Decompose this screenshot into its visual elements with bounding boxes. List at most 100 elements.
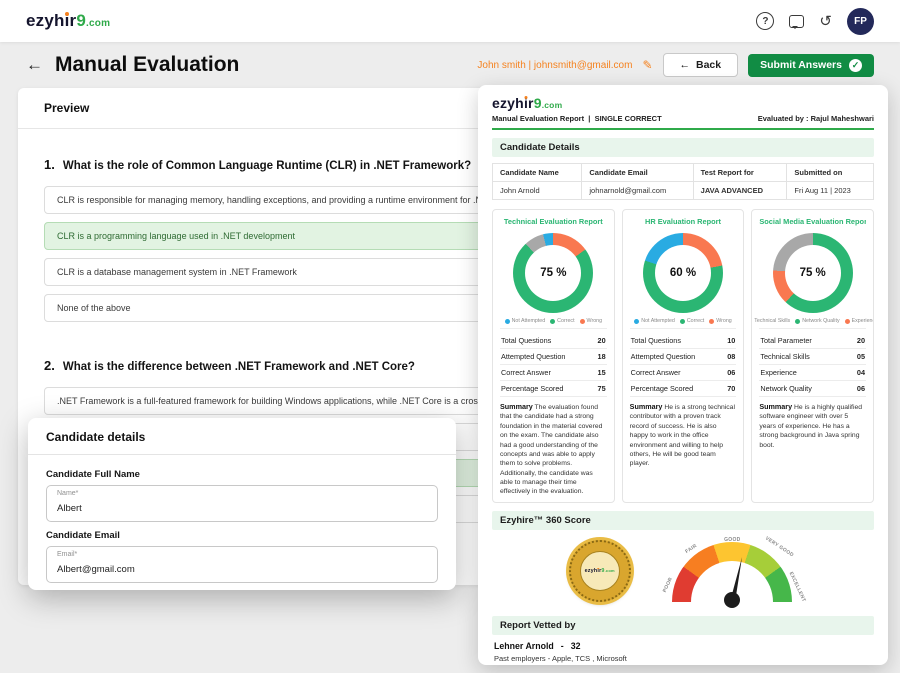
certified-badge: ezyh i r 9 .com <box>568 539 631 602</box>
legend-dot <box>709 318 715 324</box>
candidate-email-input[interactable] <box>57 564 427 575</box>
legend-label: Wrong <box>586 318 603 324</box>
modal-title: Candidate details <box>28 418 456 455</box>
legend-label: Not Attempted <box>511 318 546 324</box>
stat-value: 20 <box>597 336 606 345</box>
question-number: 1. <box>44 157 55 172</box>
avatar[interactable]: FP <box>847 7 874 35</box>
stat-label: Total Questions <box>501 336 552 345</box>
logo-com: .com <box>604 567 615 573</box>
stat-label: Network Quality <box>760 384 812 393</box>
social-donut-chart: 75 % <box>772 233 853 313</box>
legend-item: Not Attempted <box>634 318 675 324</box>
badge-logo: ezyh i r 9 .com <box>585 568 615 574</box>
col-header: Candidate Email <box>581 163 694 182</box>
cell-candidate-name: John Arnold <box>491 181 583 200</box>
badge-inner: ezyh i r 9 .com <box>579 550 620 591</box>
legend-dot <box>679 318 685 324</box>
summary-label: Summary <box>629 402 663 411</box>
legend-label: Wrong <box>716 318 732 324</box>
header-actions: ? ↺ FP <box>756 7 874 35</box>
legend-dot <box>634 318 640 324</box>
report-mode: SINGLE CORRECT <box>594 114 662 123</box>
email-field-caption: Candidate Email <box>46 530 120 541</box>
question-text: What is the role of Common Language Runt… <box>62 160 472 172</box>
stat-row: Total Parameter 20 <box>759 333 867 349</box>
evaluated-by: Evaluated by : Rajul Maheshwari <box>757 114 874 123</box>
legend-item: Correct <box>550 318 575 324</box>
back-button[interactable]: ← Back <box>662 53 739 77</box>
report-header: ezyh i r 9 .com Manual Evaluation Report | S… <box>492 95 874 130</box>
page-title: Manual Evaluation <box>55 53 240 76</box>
vetted-employers: Past employers - Apple, TCS , Microsoft <box>494 653 627 663</box>
history-icon[interactable]: ↺ <box>819 14 832 29</box>
stat-row: Total Questions 10 <box>629 333 737 349</box>
title-bar-actions: John smith | johnsmith@gmail.com ✎ ← Bac… <box>477 53 874 77</box>
hr-donut-chart: 60 % <box>643 233 723 313</box>
donut-percent: 60 % <box>669 267 697 279</box>
score-gauge: POOR FAIR GOOD VERY GOOD EXCELLENT <box>662 535 807 610</box>
legend-label: Not Attempted <box>641 318 675 324</box>
legend-label: Network Quality <box>802 318 840 324</box>
logo-com: .com <box>541 100 563 110</box>
section-title: Technical Evaluation Report <box>503 217 603 226</box>
evaluation-sections: Technical Evaluation Report 75 % Not Att… <box>492 209 875 503</box>
submit-answers-button[interactable]: Submit Answers ✓ <box>748 53 874 77</box>
edit-pencil-icon[interactable]: ✎ <box>642 58 652 72</box>
logo-i: i <box>597 567 600 574</box>
summary-text: Summary The evaluation found that the ca… <box>500 402 607 497</box>
stat-value: 10 <box>727 336 736 345</box>
back-arrow-icon[interactable]: ← <box>26 55 43 75</box>
logo-i: i <box>523 95 529 111</box>
chat-icon[interactable] <box>789 14 805 29</box>
stat-label: Experience <box>760 368 797 377</box>
logo-text: ezyh <box>492 95 524 111</box>
candidate-name-input[interactable] <box>57 503 427 514</box>
candidate-email-field[interactable]: Email* <box>46 546 438 583</box>
evaluation-report-card: ezyh i r 9 .com Manual Evaluation Report | S… <box>478 85 888 665</box>
stat-value: 20 <box>856 336 866 345</box>
ezyhire-logo[interactable]: ezyh i r 9 .com <box>26 11 110 31</box>
stat-row: Attempted Question 08 <box>629 349 737 365</box>
stat-value: 08 <box>727 352 736 361</box>
section-title: HR Evaluation Report <box>645 217 721 226</box>
summary-label: Summary <box>500 402 533 411</box>
candidate-details-heading: Candidate Details <box>492 138 874 157</box>
logo-i: i <box>64 11 70 30</box>
page: ezyh i r 9 .com ? ↺ FP ← Manual Evaluation J… <box>0 0 900 673</box>
cell-candidate-email: johnarnold@gmail.com <box>581 181 694 200</box>
candidate-details-table: Candidate Name Candidate Email Test Repo… <box>491 163 874 200</box>
legend-dot <box>504 318 510 324</box>
stat-label: Total Questions <box>630 336 681 345</box>
summary-text: Summary He is a highly qualified softwar… <box>759 402 866 450</box>
stat-row: Percentage Scored 70 <box>629 381 737 397</box>
stat-label: Correct Answer <box>630 368 681 377</box>
technical-evaluation-section: Technical Evaluation Report 75 % Not Att… <box>492 209 615 503</box>
logo-r: r <box>69 11 77 30</box>
help-icon[interactable]: ? <box>756 12 775 30</box>
stat-label: Attempted Question <box>630 352 696 361</box>
candidate-name-field[interactable]: Name* <box>46 485 438 522</box>
donut-legend: Not Attempted Correct Wrong <box>500 318 607 329</box>
summary-body: He is a strong technical contributor wit… <box>629 404 735 468</box>
legend-dot <box>795 318 801 324</box>
question-number: 2. <box>44 358 55 373</box>
legend-label: Correct <box>557 318 575 324</box>
hr-evaluation-section: HR Evaluation Report 60 % Not Attempted … <box>621 209 745 503</box>
legend-item: Correct <box>679 318 704 324</box>
stat-value: 15 <box>597 368 606 377</box>
table-value-row: John Arnold johnarnold@gmail.com JAVA AD… <box>491 181 874 200</box>
stat-label: Percentage Scored <box>630 384 694 393</box>
stat-value: 70 <box>727 384 736 393</box>
stat-row: Total Questions 20 <box>500 333 607 349</box>
logo-com: .com <box>86 18 111 29</box>
report-subrow: Manual Evaluation Report | SINGLE CORREC… <box>492 114 874 123</box>
stat-row: Correct Answer 06 <box>629 365 737 381</box>
legend-item: Wrong <box>709 318 732 324</box>
logo-e: 9 <box>533 95 542 111</box>
stat-row: Experience 04 <box>759 365 867 381</box>
report-logo: ezyh i r 9 .com <box>492 95 874 111</box>
summary-label: Summary <box>759 402 793 411</box>
score-heading: Ezyhire™ 360 Score <box>492 510 874 530</box>
stat-value: 05 <box>856 352 866 361</box>
